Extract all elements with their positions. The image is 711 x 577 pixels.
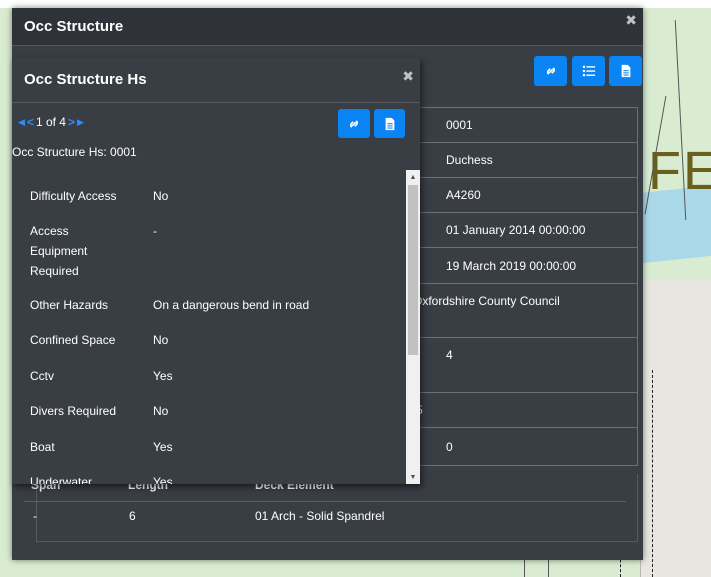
- attribute-label: Divers Required: [30, 404, 117, 418]
- pager-text: 1 of 4: [35, 115, 66, 129]
- span-table: [36, 474, 638, 542]
- field-row: 0: [407, 428, 638, 466]
- attribute-value: No: [153, 333, 169, 347]
- attribute-label: Difficulty Access: [30, 189, 117, 203]
- list-icon: [582, 65, 595, 77]
- attribute-value: Yes: [153, 475, 173, 484]
- link-icon: [546, 67, 555, 75]
- attribute-value: Yes: [153, 369, 173, 383]
- attribute-value: -: [153, 224, 157, 238]
- link-icon: [349, 120, 359, 127]
- record-label: Occ Structure Hs: 0001: [12, 145, 137, 159]
- outer-list-button[interactable]: [572, 56, 605, 86]
- span-table-cell: 6: [129, 509, 136, 523]
- map-edge: [0, 0, 711, 8]
- inner-link-button[interactable]: [338, 109, 370, 138]
- map-label: FE: [648, 141, 711, 201]
- attribute-list[interactable]: Difficulty Access No Access Equipment Re…: [12, 171, 420, 484]
- field-row: A4260: [407, 178, 638, 213]
- outer-link-button[interactable]: [534, 56, 567, 86]
- attribute-label: Access Equipment Required: [30, 224, 88, 278]
- scroll-up-icon[interactable]: ▲: [406, 170, 420, 184]
- map-dashed-line: [652, 370, 653, 577]
- map-boundary-line: [548, 560, 549, 577]
- attribute-value: No: [153, 404, 169, 418]
- field-value: A4260: [446, 188, 481, 202]
- field-value: 0: [446, 439, 453, 454]
- field-value: 19 March 2019 00:00:00: [446, 258, 577, 273]
- field-row: Oxfordshire County Council: [407, 284, 638, 338]
- attribute-label: Cctv: [30, 369, 54, 383]
- attribute-label: Boat: [30, 440, 55, 454]
- field-row: 01 January 2014 00:00:00: [407, 213, 638, 248]
- attribute-label: Other Hazards: [30, 298, 109, 312]
- first-page-icon[interactable]: ◀: [18, 117, 25, 128]
- record-pager: ◀ < 1 of 4 > ▶: [18, 115, 84, 129]
- inner-panel-title: Occ Structure Hs: [24, 71, 147, 88]
- scroll-down-icon[interactable]: ▼: [406, 470, 420, 484]
- outer-close-icon[interactable]: ✖: [625, 12, 637, 29]
- map-boundary-line: [524, 560, 525, 577]
- attribute-value: No: [153, 189, 169, 203]
- attribute-label: Underwater: [30, 475, 93, 484]
- occ-structure-panel: Occ Structure ✖ 0001 Duchess A4260 01 Ja…: [12, 8, 643, 560]
- map-road-feature: [640, 280, 711, 577]
- outer-panel-header: Occ Structure: [12, 8, 643, 46]
- last-page-icon[interactable]: ▶: [77, 117, 84, 128]
- outer-panel-title: Occ Structure: [24, 18, 124, 35]
- inner-panel-header: Occ Structure Hs ✖: [12, 58, 420, 103]
- field-value: 0001: [446, 118, 473, 132]
- field-value: Duchess: [446, 153, 493, 167]
- attribute-label: Confined Space: [30, 333, 116, 347]
- field-row: 4: [407, 338, 638, 393]
- attribute-value: Yes: [153, 440, 173, 454]
- span-table-cell: 01 Arch - Solid Spandrel: [255, 509, 385, 523]
- field-value: 4: [446, 348, 453, 362]
- next-page-icon[interactable]: >: [68, 115, 75, 129]
- field-value: Oxfordshire County Council: [413, 294, 560, 308]
- field-row: 5: [407, 393, 638, 428]
- outer-document-button[interactable]: [609, 56, 642, 86]
- prev-page-icon[interactable]: <: [27, 115, 34, 129]
- document-icon: [385, 117, 394, 130]
- document-icon: [621, 64, 630, 78]
- span-table-cell: -: [33, 509, 37, 523]
- span-table-divider: [24, 501, 626, 502]
- field-row: 19 March 2019 00:00:00: [407, 248, 638, 284]
- field-row: 0001: [407, 107, 638, 143]
- field-value: 01 January 2014 00:00:00: [446, 223, 586, 237]
- scrollbar-thumb[interactable]: [408, 185, 418, 355]
- inner-close-icon[interactable]: ✖: [402, 68, 414, 85]
- attribute-list-scrollbar[interactable]: ▲ ▼: [406, 170, 420, 484]
- occ-structure-hs-panel: Occ Structure Hs ✖ ◀ < 1 of 4 > ▶ Occ St…: [12, 58, 420, 484]
- field-row: Duchess: [407, 143, 638, 178]
- inner-document-button[interactable]: [374, 109, 405, 138]
- attribute-value: On a dangerous bend in road: [153, 298, 310, 312]
